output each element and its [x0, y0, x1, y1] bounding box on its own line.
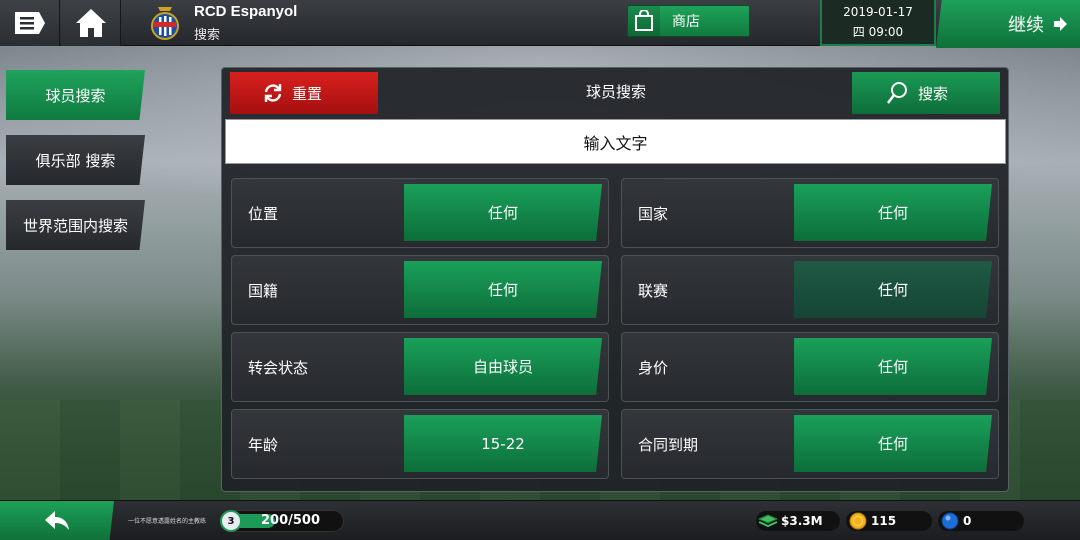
menu-icon [14, 12, 45, 34]
club-name: RCD Espanyol [194, 3, 298, 20]
sidebar-item-world-search[interactable]: 世界范围内搜索 [6, 200, 145, 250]
league-dropdown[interactable]: 任何 [794, 261, 992, 318]
sidebar-item-label: 俱乐部 搜索 [35, 151, 116, 170]
bottom-bar: 一位不愿意透露姓名的主教练 3 200/500 $3.3M 115 0 [0, 500, 1080, 540]
nationality-dropdown[interactable]: 任何 [404, 261, 602, 318]
transfer-status-dropdown[interactable]: 自由球员 [404, 338, 602, 395]
gems-value: 0 [963, 514, 972, 528]
manager-name: 一位不愿意透露姓名的主教练 [128, 518, 207, 525]
filter-label: 联赛 [638, 282, 669, 300]
contract-expiry-dropdown[interactable]: 任何 [794, 415, 992, 472]
continue-button[interactable]: 继续 [936, 0, 1080, 48]
filter-row-transfer-status: 转会状态 自由球员 [231, 332, 609, 402]
search-text-input[interactable]: 输入文字 [225, 119, 1006, 164]
filter-label: 转会状态 [248, 359, 309, 377]
sidebar-item-club-search[interactable]: 俱乐部 搜索 [6, 135, 145, 185]
filter-label: 年龄 [248, 436, 279, 454]
filter-row-country: 国家 任何 [621, 178, 999, 248]
sidebar-item-label: 世界范围内搜索 [22, 216, 128, 235]
country-dropdown[interactable]: 任何 [794, 184, 992, 241]
filter-label: 国籍 [248, 282, 279, 300]
gems-display: 0 [938, 511, 1024, 531]
current-date: 2019-01-17 [843, 5, 913, 19]
money-value: $3.3M [781, 514, 823, 528]
search-label: 搜索 [918, 84, 949, 103]
coin-icon [848, 511, 868, 531]
money-display: $3.3M [756, 511, 840, 531]
current-day-time: 四 09:00 [852, 25, 904, 39]
top-bar: RCD Espanyol 搜索 商店 2019-01-17 四 09:00 [0, 0, 1080, 46]
filter-row-nationality: 国籍 任何 [231, 255, 609, 325]
position-dropdown[interactable]: 任何 [404, 184, 602, 241]
home-icon [75, 9, 106, 37]
level-badge: 3 [220, 510, 242, 532]
reset-button[interactable]: 重置 [230, 72, 378, 114]
sidebar-item-player-search[interactable]: 球员搜索 [6, 70, 145, 120]
filter-label: 合同到期 [638, 436, 699, 454]
back-arrow-icon [45, 511, 69, 530]
filter-row-value: 身价 任何 [621, 332, 999, 402]
page-subtitle: 搜索 [194, 28, 221, 43]
filter-label: 国家 [638, 205, 669, 223]
shopping-bag-icon [635, 10, 653, 31]
filter-label: 身价 [638, 359, 669, 377]
search-panel: 重置 球员搜索 搜索 输入文字 位置 任何 国籍 任何 转会状态 自由球员 年龄… [221, 67, 1009, 492]
continue-label: 继续 [1008, 15, 1044, 36]
search-input-placeholder: 输入文字 [583, 133, 648, 153]
filter-row-age: 年龄 15-22 [231, 409, 609, 479]
search-icon [887, 82, 907, 104]
cash-icon [758, 511, 778, 531]
xp-text: 200/500 [261, 513, 321, 528]
club-crest-icon [151, 7, 179, 40]
menu-button[interactable] [0, 0, 60, 46]
xp-progress-bar: 3 200/500 [220, 510, 344, 532]
home-button[interactable] [61, 0, 121, 46]
filter-row-position: 位置 任何 [231, 178, 609, 248]
arrow-right-icon [1054, 17, 1067, 31]
shop-button[interactable]: 商店 [627, 5, 750, 37]
age-dropdown[interactable]: 15-22 [404, 415, 602, 472]
sidebar-item-label: 球员搜索 [45, 86, 106, 105]
coins-value: 115 [871, 514, 897, 528]
reset-label: 重置 [292, 84, 323, 103]
gem-icon [940, 511, 960, 531]
refresh-icon [264, 84, 282, 102]
filter-label: 位置 [248, 205, 279, 223]
date-display: 2019-01-17 四 09:00 [820, 0, 936, 46]
search-button[interactable]: 搜索 [852, 72, 1000, 114]
filter-row-contract-expiry: 合同到期 任何 [621, 409, 999, 479]
filter-row-league: 联赛 任何 [621, 255, 999, 325]
panel-title: 球员搜索 [585, 83, 646, 101]
shop-label: 商店 [672, 14, 700, 30]
value-dropdown[interactable]: 任何 [794, 338, 992, 395]
back-button[interactable] [0, 501, 114, 540]
coins-display: 115 [846, 511, 932, 531]
